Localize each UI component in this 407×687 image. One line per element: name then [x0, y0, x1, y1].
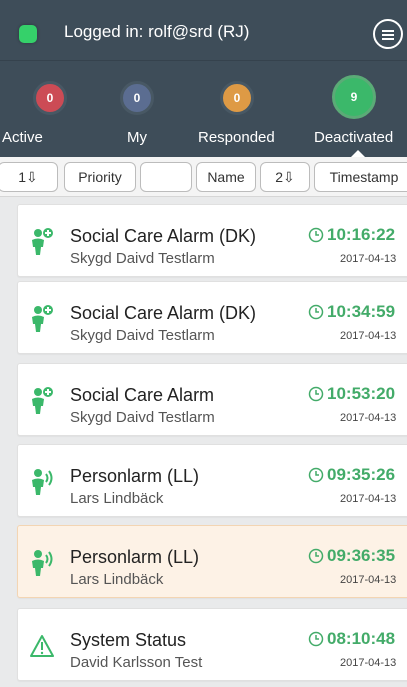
- app-header: Logged in: rolf@srd (RJ): [0, 0, 407, 60]
- sort-priority-button[interactable]: Priority: [64, 162, 136, 192]
- warning-triangle-icon: [30, 635, 54, 657]
- alarm-date: 2017-04-13: [340, 253, 397, 265]
- alarm-time: 09:35:26: [327, 465, 396, 484]
- active-label: Active: [2, 129, 43, 146]
- alarm-date: 2017-04-13: [340, 657, 397, 669]
- alarm-time: 10:53:20: [327, 384, 396, 403]
- counter-deactivated[interactable]: 9 Deactivated: [306, 61, 406, 158]
- alarm-card[interactable]: Social Care Alarm (DK) Skygd Daivd Testl…: [17, 204, 407, 277]
- sort-timestamp-button[interactable]: Timestamp: [314, 162, 407, 192]
- sort-order-1-button[interactable]: 1⇩: [0, 162, 58, 192]
- alarm-subtitle: Skygd Daivd Testlarm: [70, 409, 215, 426]
- selected-tab-indicator: [351, 150, 365, 157]
- clock-icon: [308, 227, 324, 243]
- responded-label: Responded: [198, 129, 275, 146]
- alarm-date: 2017-04-13: [340, 330, 397, 342]
- sort-toolbar: 1⇩ Priority Name 2⇩ Timestamp: [0, 157, 407, 197]
- alarm-time: 10:34:59: [327, 302, 396, 321]
- status-counters: 0 Active 0 My 0 Responded 9 Deactivated: [0, 60, 407, 157]
- person-alert-icon: [32, 550, 53, 576]
- alarm-title: Personlarm (LL): [70, 466, 200, 486]
- alarm-card[interactable]: Personlarm (LL) Lars Lindbäck 09:36:35 2…: [17, 525, 407, 598]
- alarm-date: 2017-04-13: [340, 493, 397, 505]
- logged-in-label: Logged in: rolf@srd (RJ): [64, 22, 250, 41]
- deactivated-label: Deactivated: [314, 129, 394, 146]
- counter-my[interactable]: 0 My: [89, 61, 189, 158]
- counter-responded[interactable]: 0 Responded: [189, 61, 289, 158]
- clock-icon: [308, 304, 324, 320]
- sort-blank-button[interactable]: [140, 162, 192, 192]
- alarm-time: 09:36:35: [327, 546, 396, 565]
- responded-count-badge: 0: [220, 81, 254, 115]
- alarm-card[interactable]: Social Care Alarm (DK) Skygd Daivd Testl…: [17, 281, 407, 354]
- alarm-time: 08:10:48: [327, 629, 396, 648]
- person-plus-icon: [32, 305, 53, 332]
- clock-icon: [308, 467, 324, 483]
- deactivated-count-badge: 9: [332, 75, 376, 119]
- alarm-date: 2017-04-13: [340, 574, 397, 586]
- person-plus-icon: [32, 228, 53, 255]
- alarm-subtitle: Lars Lindbäck: [70, 571, 164, 588]
- alarm-subtitle: Skygd Daivd Testlarm: [70, 327, 215, 344]
- my-label: My: [127, 129, 147, 146]
- active-count-badge: 0: [33, 81, 67, 115]
- alarm-card[interactable]: Social Care Alarm Skygd Daivd Testlarm 1…: [17, 363, 407, 436]
- alarm-list: Social Care Alarm (DK) Skygd Daivd Testl…: [0, 197, 407, 687]
- sort-name-button[interactable]: Name: [196, 162, 256, 192]
- alarm-title: Personlarm (LL): [70, 547, 200, 567]
- counter-active[interactable]: 0 Active: [2, 61, 102, 158]
- alarm-date: 2017-04-13: [340, 412, 397, 424]
- alarm-subtitle: Skygd Daivd Testlarm: [70, 250, 215, 267]
- online-status-indicator: [19, 25, 37, 43]
- person-plus-icon: [32, 387, 53, 414]
- clock-icon: [308, 386, 324, 402]
- alarm-title: Social Care Alarm: [70, 385, 215, 405]
- my-count-badge: 0: [120, 81, 154, 115]
- alarm-subtitle: David Karlsson Test: [70, 654, 203, 671]
- alarm-card[interactable]: Personlarm (LL) Lars Lindbäck 09:35:26 2…: [17, 444, 407, 517]
- alarm-card[interactable]: System Status David Karlsson Test 08:10:…: [17, 608, 407, 681]
- clock-icon: [308, 548, 324, 564]
- alarm-time: 10:16:22: [327, 225, 396, 244]
- menu-button[interactable]: [373, 19, 403, 49]
- person-alert-icon: [32, 469, 53, 495]
- clock-icon: [308, 631, 324, 647]
- alarm-title: Social Care Alarm (DK): [70, 226, 257, 246]
- alarm-title: System Status: [70, 630, 187, 650]
- alarm-subtitle: Lars Lindbäck: [70, 490, 164, 507]
- alarm-title: Social Care Alarm (DK): [70, 303, 257, 323]
- sort-order-2-button[interactable]: 2⇩: [260, 162, 310, 192]
